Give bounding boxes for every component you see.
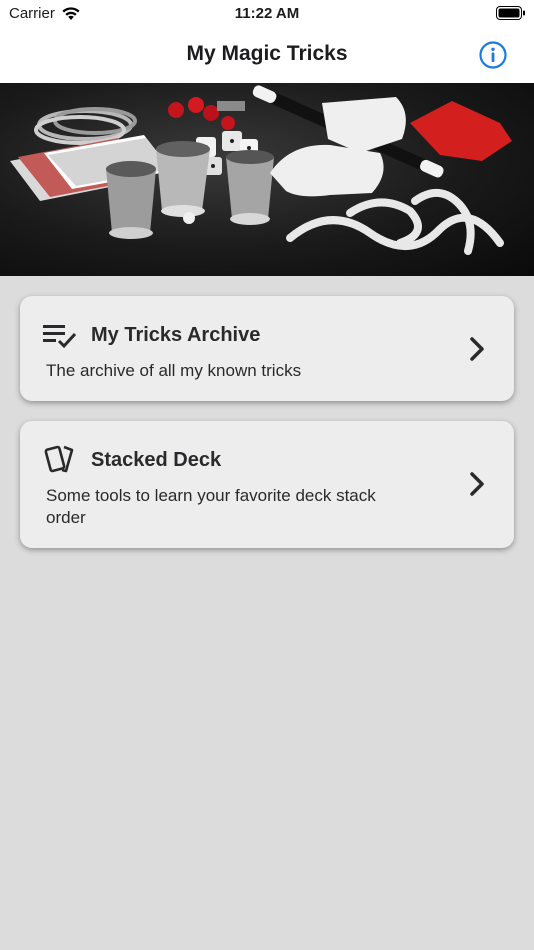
chevron-right-icon [470, 337, 484, 361]
card-description: Some tools to learn your favorite deck s… [46, 486, 376, 527]
info-circle-icon [479, 41, 507, 69]
navigation-bar: My Magic Tricks [0, 28, 534, 83]
menu-card-stacked-deck[interactable]: Stacked Deck Some tools to learn your fa… [20, 421, 514, 548]
card-description: The archive of all my known tricks [46, 361, 302, 380]
battery-icon [496, 6, 526, 24]
chevron-right-icon [470, 472, 484, 496]
menu-card-tricks-archive[interactable]: My Tricks Archive The archive of all my … [20, 296, 514, 401]
info-button[interactable] [478, 40, 508, 70]
card-title: Stacked Deck [91, 449, 222, 471]
checklist-icon [43, 325, 76, 349]
linking-rings [34, 107, 137, 145]
white-rope [286, 189, 504, 255]
magic-props-photo [10, 85, 512, 255]
red-silk [410, 101, 512, 161]
cards-icon [44, 445, 74, 473]
status-time: 11:22 AM [234, 5, 300, 22]
status-bar: Carrier 11:22 AM [0, 0, 534, 28]
card-title: My Tricks Archive [91, 324, 261, 346]
page-title: My Magic Tricks [186, 42, 348, 65]
hero-banner [0, 83, 534, 276]
